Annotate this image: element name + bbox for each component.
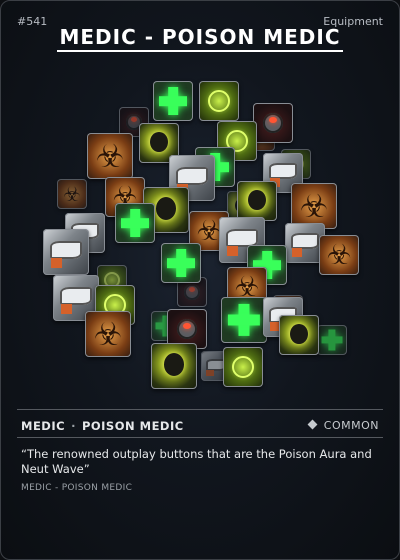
biohazard-icon bbox=[85, 311, 131, 357]
rarity-badge: COMMON bbox=[307, 419, 379, 432]
category-label: MEDIC bbox=[21, 419, 66, 433]
divider bbox=[17, 409, 383, 410]
rarity-label: COMMON bbox=[323, 419, 379, 432]
grenade-icon bbox=[199, 81, 239, 121]
diamond-icon bbox=[307, 419, 318, 430]
plus-icon bbox=[161, 243, 201, 283]
toxic-orb-icon bbox=[151, 343, 197, 389]
bomb-icon bbox=[253, 103, 293, 143]
plus-icon bbox=[153, 81, 193, 121]
mech-arm-icon bbox=[43, 229, 89, 275]
card-quote: “The renowned outplay buttons that are t… bbox=[21, 447, 372, 476]
biohazard-icon bbox=[319, 235, 359, 275]
card-artwork bbox=[1, 71, 399, 401]
toxic-orb-icon bbox=[279, 315, 319, 355]
card-classification: MEDIC · POISON MEDIC bbox=[21, 419, 184, 433]
subcategory-label: POISON MEDIC bbox=[81, 419, 184, 433]
plus-icon bbox=[317, 325, 347, 355]
grenade-icon bbox=[223, 347, 263, 387]
divider bbox=[17, 437, 383, 438]
card-title: MEDIC - POISON MEDIC bbox=[1, 25, 399, 52]
toxic-orb-icon bbox=[237, 181, 277, 221]
equipment-card[interactable]: #541 Equipment MEDIC - POISON MEDIC ☣ ☣ … bbox=[0, 0, 400, 560]
plus-icon bbox=[221, 297, 267, 343]
plus-icon bbox=[115, 203, 155, 243]
biohazard-icon bbox=[57, 179, 87, 209]
separator-dot: · bbox=[71, 419, 76, 433]
card-title-text: MEDIC - POISON MEDIC bbox=[57, 25, 343, 52]
card-tag: MEDIC - POISON MEDIC bbox=[21, 483, 133, 493]
biohazard-icon bbox=[87, 133, 133, 179]
